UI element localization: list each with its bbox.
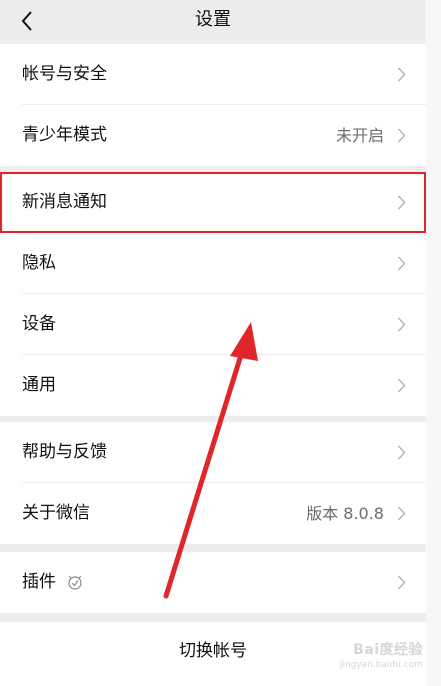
settings-page: 设置 帐号与安全 青少年模式 未开启 新消息通知 隐私 设备 通用 帮助与反馈 … xyxy=(0,0,426,686)
chevron-right-icon xyxy=(397,317,406,332)
chevron-right-icon xyxy=(397,256,406,271)
right-edge-strip xyxy=(426,0,441,686)
row-help-feedback[interactable]: 帮助与反馈 xyxy=(0,422,426,483)
row-plugins[interactable]: 插件 xyxy=(0,552,426,613)
row-teen-mode[interactable]: 青少年模式 未开启 xyxy=(0,105,426,166)
row-label: 通用 xyxy=(22,375,56,395)
chevron-right-icon xyxy=(397,445,406,460)
settings-group-help: 帮助与反馈 关于微信 版本 8.0.8 xyxy=(0,422,426,544)
row-label: 设备 xyxy=(22,314,56,334)
plugin-icon xyxy=(68,575,82,590)
row-label: 新消息通知 xyxy=(22,192,107,212)
row-devices[interactable]: 设备 xyxy=(0,294,426,355)
chevron-right-icon xyxy=(397,506,406,521)
settings-group-general: 新消息通知 隐私 设备 通用 xyxy=(0,172,426,416)
chevron-right-icon xyxy=(397,195,406,210)
row-about-wechat[interactable]: 关于微信 版本 8.0.8 xyxy=(0,483,426,544)
settings-group-account: 帐号与安全 青少年模式 未开启 xyxy=(0,44,426,166)
row-label: 帐号与安全 xyxy=(22,64,107,84)
chevron-right-icon xyxy=(397,378,406,393)
row-label: 隐私 xyxy=(22,253,56,273)
chevron-right-icon xyxy=(397,67,406,82)
row-value: 未开启 xyxy=(335,126,384,145)
row-label: 帮助与反馈 xyxy=(22,442,107,462)
row-label: 插件 xyxy=(22,572,56,592)
watermark-logo: Bai度经验 xyxy=(353,642,423,658)
baidu-watermark: Bai度经验 jingyan.baidu.com xyxy=(340,639,423,670)
nav-bar: 设置 xyxy=(0,0,426,44)
row-account-security[interactable]: 帐号与安全 xyxy=(0,44,426,105)
chevron-right-icon xyxy=(397,128,406,143)
watermark-url: jingyan.baidu.com xyxy=(339,660,423,670)
chevron-right-icon xyxy=(397,575,406,590)
row-label: 关于微信 xyxy=(22,503,90,523)
row-general[interactable]: 通用 xyxy=(0,355,426,416)
page-title: 设置 xyxy=(195,9,231,30)
version-value: 版本 8.0.8 xyxy=(306,504,384,523)
settings-group-plugins: 插件 xyxy=(0,552,426,613)
row-privacy[interactable]: 隐私 xyxy=(0,233,426,294)
row-label: 青少年模式 xyxy=(22,125,107,145)
row-new-message-notification[interactable]: 新消息通知 xyxy=(0,172,426,233)
